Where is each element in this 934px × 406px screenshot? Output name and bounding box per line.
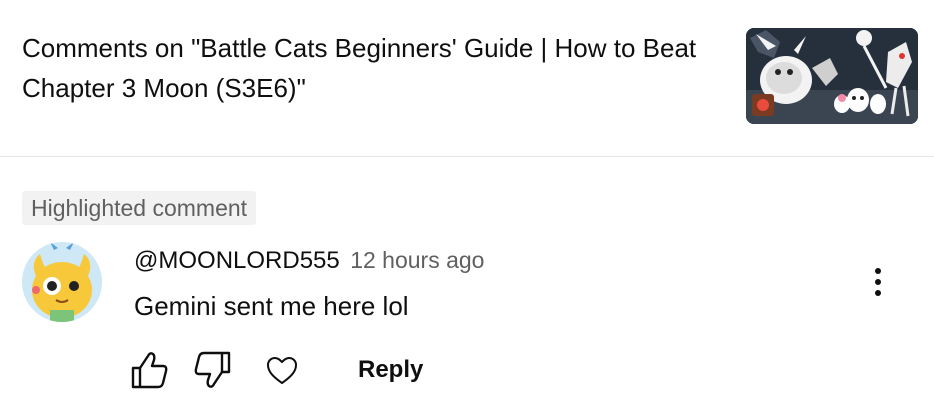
dislike-button[interactable] <box>192 350 232 390</box>
comment-text: Gemini sent me here lol <box>134 291 409 321</box>
video-thumbnail[interactable] <box>746 28 918 124</box>
thumbs-down-icon <box>194 351 231 388</box>
more-vert-dot <box>875 279 881 285</box>
more-vert-dot <box>875 290 881 296</box>
comments-header: Comments on "Battle Cats Beginners' Guid… <box>0 0 934 157</box>
thumbs-up-icon <box>131 352 168 389</box>
comment-page: Comments on "Battle Cats Beginners' Guid… <box>0 0 934 406</box>
like-button[interactable] <box>130 350 170 390</box>
more-vert-icon <box>875 268 881 274</box>
more-actions-button[interactable] <box>858 262 898 302</box>
comment-header: @MOONLORD555 12 hours ago <box>134 244 484 276</box>
avatar[interactable] <box>22 242 102 322</box>
thumbnail-art <box>746 28 918 124</box>
highlighted-comment-badge: Highlighted comment <box>22 191 257 225</box>
avatar-art <box>22 242 102 322</box>
reply-button[interactable]: Reply <box>358 352 423 388</box>
comment-author[interactable]: @MOONLORD555 <box>134 247 340 274</box>
heart-button[interactable] <box>262 350 302 390</box>
page-title: Comments on "Battle Cats Beginners' Guid… <box>22 33 697 103</box>
comment-timestamp[interactable]: 12 hours ago <box>350 247 484 273</box>
heart-icon <box>267 357 297 384</box>
